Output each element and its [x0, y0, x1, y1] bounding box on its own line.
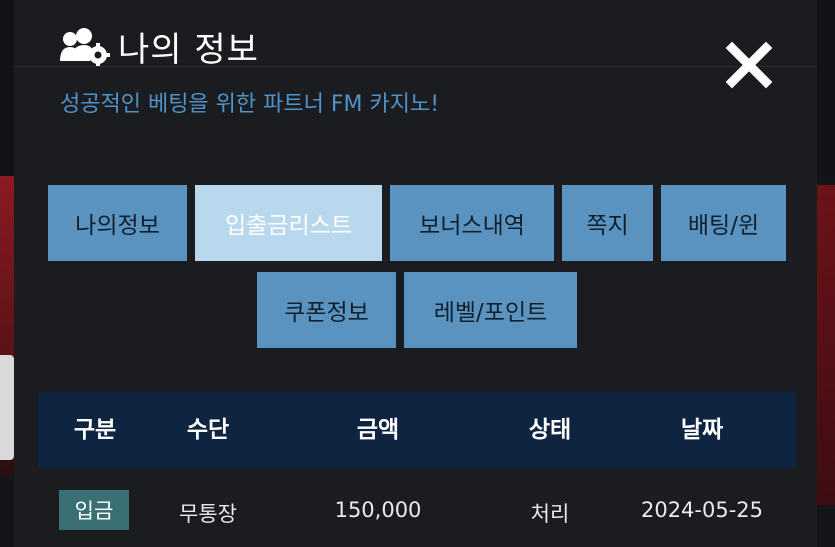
tab-bonus-history[interactable]: 보너스내역 — [390, 185, 554, 261]
type-badge: 입금 — [59, 490, 129, 530]
column-header-date: 날짜 — [680, 417, 724, 443]
table-header: 구분 수단 금액 상태 날짜 — [38, 392, 796, 468]
cell-date: 2024-05-25 — [640, 498, 764, 522]
tab-coupon-info[interactable]: 쿠폰정보 — [257, 272, 396, 348]
tab-messages[interactable]: 쪽지 — [562, 185, 653, 261]
tab-level-points[interactable]: 레벨/포인트 — [404, 272, 577, 348]
tab-label: 배팅/윈 — [687, 213, 760, 239]
tab-betting-win[interactable]: 배팅/윈 — [661, 185, 786, 261]
my-info-modal: 나의 정보 성공적인 베팅을 위한 파트너 FM 카지노! 나의정보 입출금리스… — [14, 0, 817, 547]
column-header-status: 상태 — [528, 417, 572, 443]
tab-label: 입출금리스트 — [225, 213, 352, 239]
column-header-amount: 금액 — [356, 417, 400, 443]
tab-label: 쪽지 — [586, 213, 629, 239]
modal-title-row: 나의 정보 — [60, 22, 259, 71]
tab-label: 나의정보 — [75, 213, 160, 239]
table-row: 입금 무통장 150,000 처리 2024-05-25 — [38, 468, 796, 547]
cell-amount: 150,000 — [334, 498, 422, 522]
cell-method: 무통장 — [179, 502, 237, 526]
modal-subtitle: 성공적인 베팅을 위한 파트너 FM 카지노! — [60, 92, 440, 117]
cell-status: 처리 — [530, 502, 570, 526]
background-card-image — [0, 355, 14, 460]
tab-label: 레벨/포인트 — [433, 300, 548, 326]
tab-label: 쿠폰정보 — [284, 300, 369, 326]
close-icon[interactable] — [724, 40, 774, 90]
column-header-type: 구분 — [73, 417, 117, 443]
background-banner-right — [817, 185, 835, 505]
tab-deposit-withdraw-list[interactable]: 입출금리스트 — [195, 185, 382, 261]
users-gear-icon — [60, 27, 110, 67]
header-divider — [14, 66, 817, 67]
column-header-method: 수단 — [186, 417, 230, 443]
tab-label: 보너스내역 — [419, 213, 525, 239]
modal-title: 나의 정보 — [118, 30, 259, 70]
tab-my-info[interactable]: 나의정보 — [48, 185, 187, 261]
